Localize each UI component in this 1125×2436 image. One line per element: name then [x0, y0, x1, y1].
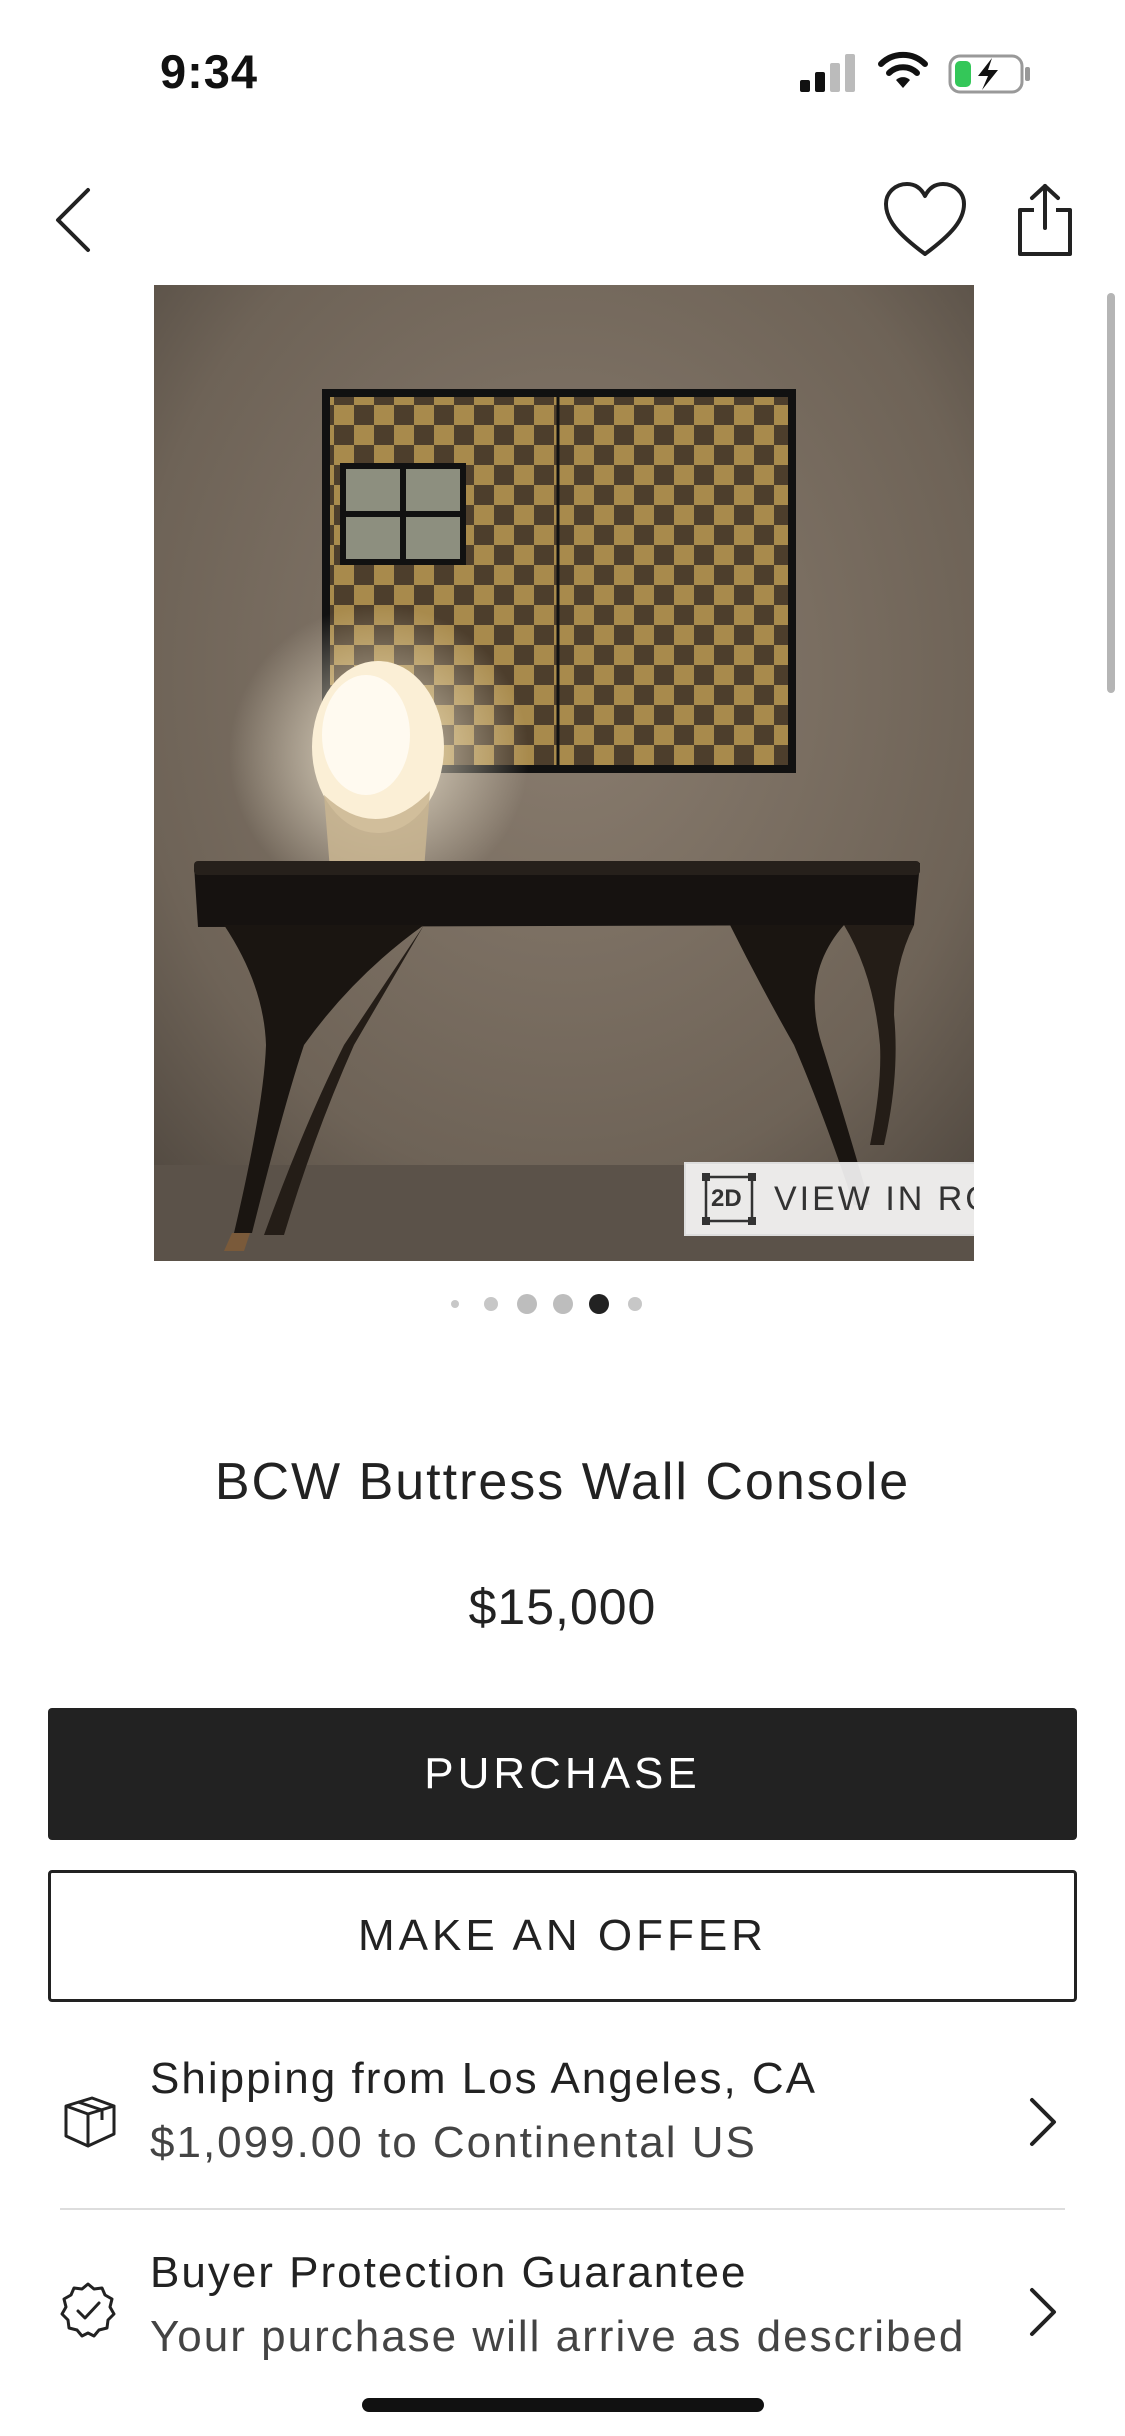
- shipping-row[interactable]: Shipping from Los Angeles, CA $1,099.00 …: [0, 2032, 1125, 2202]
- product-photo: [154, 285, 974, 1261]
- status-bar: 9:34: [0, 0, 1125, 150]
- pager-dot[interactable]: [451, 1300, 459, 1308]
- image-pager[interactable]: [0, 1290, 1125, 1320]
- view-in-room-button[interactable]: 2D VIEW IN ROOM: [684, 1162, 974, 1236]
- pager-dot[interactable]: [628, 1297, 642, 1311]
- back-chevron-icon[interactable]: [40, 180, 110, 260]
- protection-subtitle: Your purchase will arrive as described: [150, 2312, 966, 2361]
- battery-charging-icon: [948, 54, 1030, 94]
- home-indicator[interactable]: [362, 2398, 764, 2412]
- purchase-button[interactable]: PURCHASE: [48, 1708, 1077, 1840]
- heart-icon[interactable]: [880, 178, 970, 262]
- scrollbar[interactable]: [1107, 293, 1115, 693]
- pager-dot[interactable]: [484, 1297, 498, 1311]
- wifi-icon: [878, 51, 928, 88]
- view-in-room-label: VIEW IN ROOM: [774, 1179, 974, 1218]
- 2d-icon: 2D: [700, 1172, 758, 1226]
- pager-dot-active[interactable]: [589, 1294, 609, 1314]
- divider: [60, 2208, 1065, 2210]
- signal-icon: [800, 54, 855, 92]
- chevron-right-icon: [1030, 2098, 1056, 2146]
- package-icon: [64, 2096, 116, 2148]
- shipping-title: Shipping from Los Angeles, CA: [150, 2054, 818, 2103]
- product-image[interactable]: 2D VIEW IN ROOM: [154, 285, 974, 1261]
- status-time: 9:34: [160, 45, 259, 98]
- chevron-right-icon: [1030, 2288, 1056, 2336]
- product-price: $15,000: [468, 1579, 657, 1635]
- share-icon[interactable]: [1010, 180, 1080, 260]
- shipping-subtitle: $1,099.00 to Continental US: [150, 2118, 757, 2167]
- pager-dot[interactable]: [517, 1294, 537, 1314]
- make-offer-button[interactable]: MAKE AN OFFER: [48, 1870, 1077, 2002]
- product-title: BCW Buttress Wall Console: [214, 1453, 911, 1511]
- pager-dot[interactable]: [553, 1294, 573, 1314]
- check-badge-icon: [60, 2282, 116, 2338]
- protection-title: Buyer Protection Guarantee: [150, 2248, 748, 2297]
- 2d-badge-text: 2D: [711, 1185, 742, 1212]
- buyer-protection-row[interactable]: Buyer Protection Guarantee Your purchase…: [0, 2226, 1125, 2396]
